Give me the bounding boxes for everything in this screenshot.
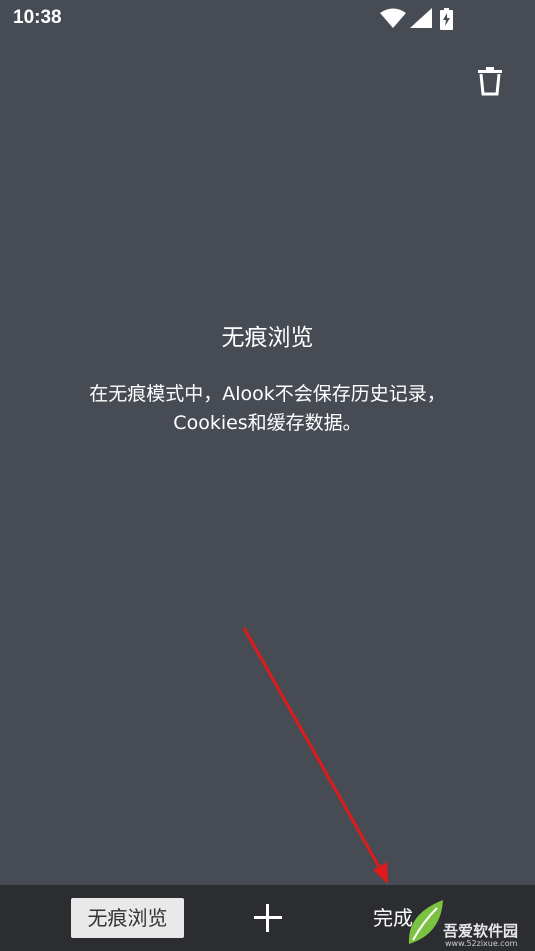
trash-icon [478, 67, 502, 96]
annotation-arrow [242, 627, 388, 884]
description-line-1: 在无痕模式中，Alook不会保存历史记录， [89, 383, 446, 405]
delete-all-tabs-button[interactable] [476, 66, 504, 96]
signal-icon [410, 8, 432, 28]
incognito-tab-button[interactable]: 无痕浏览 [71, 898, 184, 938]
bottom-bar: 无痕浏览 完成 [0, 885, 535, 951]
battery-charging-icon [440, 8, 453, 30]
page-title: 无痕浏览 [221, 325, 314, 351]
wifi-icon [380, 8, 406, 28]
plus-icon [254, 904, 282, 932]
status-time: 10:38 [13, 7, 62, 28]
done-button[interactable]: 完成 [373, 902, 413, 931]
description-line-2: Cookies和缓存数据。 [173, 412, 362, 434]
incognito-description: 在无痕模式中，Alook不会保存历史记录， Cookies和缓存数据。 [40, 380, 495, 438]
status-bar: 10:38 [0, 0, 535, 38]
add-tab-button[interactable] [252, 902, 284, 934]
